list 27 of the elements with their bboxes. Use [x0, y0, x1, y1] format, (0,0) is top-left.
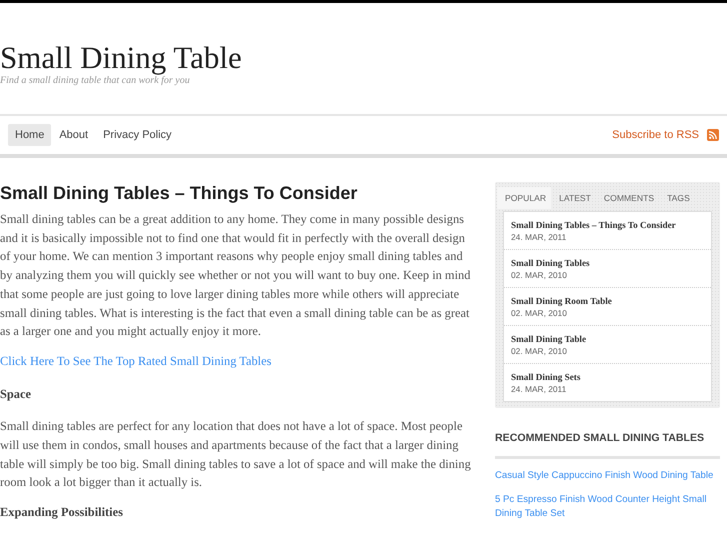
- section-heading: Space: [0, 386, 32, 403]
- nav-link[interactable]: Privacy Policy: [96, 124, 179, 146]
- paragraph: Small dining tables can be a great addition to any home. They come in many possible designs and it is basically impossible not to find one that would fit in perfectly with the overall design of your home. We can mention 3 important reasons why people enjoy small dining tables and by analyzing them you will quickly see whether or not you will want to buy one. Keep in mind that some people are just going to love larger dining tables more while others will appreciate small dining tables. What is interesting is the fact that even a small dining table can be as great as a larger one and you might actually enjoy it more.: [0, 211, 471, 340]
- sidebar-tab[interactable]: TAGS: [659, 187, 695, 209]
- sidebar-tab[interactable]: LATEST: [551, 187, 596, 209]
- subscribe-link[interactable]: Subscribe to RSS: [612, 129, 699, 141]
- recommended-heading: RECOMMENDED SMALL DINING TABLES: [495, 432, 720, 459]
- post-title[interactable]: Small Dining Table: [511, 334, 586, 344]
- post-title[interactable]: Small Dining Tables: [511, 258, 590, 268]
- section-heading: Expanding Possibilities: [0, 504, 124, 522]
- post-title[interactable]: Small Dining Tables – Things To Consider: [511, 220, 676, 230]
- site-title[interactable]: Small Dining Table: [0, 41, 242, 75]
- rss-icon[interactable]: [707, 129, 719, 141]
- paragraph: Small dining tables are perfect for any location that does not have a lot of space. Most people will use them in condos, small houses and apartments because of the fact that a larger dining table will simply be too big. Small dining tables to save a lot of space and will make the dining room look a lot bigger than it actually is.: [0, 418, 471, 492]
- site-tagline: Find a small dining table that can work for you: [0, 75, 190, 86]
- post-title[interactable]: Small Dining Sets: [511, 372, 580, 382]
- post-date: 24. MAR, 2011: [511, 232, 566, 242]
- post-date: 02. MAR, 2010: [511, 308, 567, 318]
- post-date: 02. MAR, 2010: [511, 270, 567, 280]
- sidebar-tab[interactable]: COMMENTS: [596, 187, 660, 209]
- post-date: 24. MAR, 2011: [511, 384, 566, 394]
- nav-link[interactable]: Home: [8, 124, 52, 146]
- article-title: Small Dining Tables – Things To Consider: [0, 182, 358, 204]
- post-date: 02. MAR, 2010: [511, 346, 567, 356]
- post-title[interactable]: Small Dining Room Table: [511, 296, 612, 306]
- nav-link[interactable]: About: [52, 124, 96, 146]
- sidebar-tab[interactable]: POPULAR: [497, 187, 552, 209]
